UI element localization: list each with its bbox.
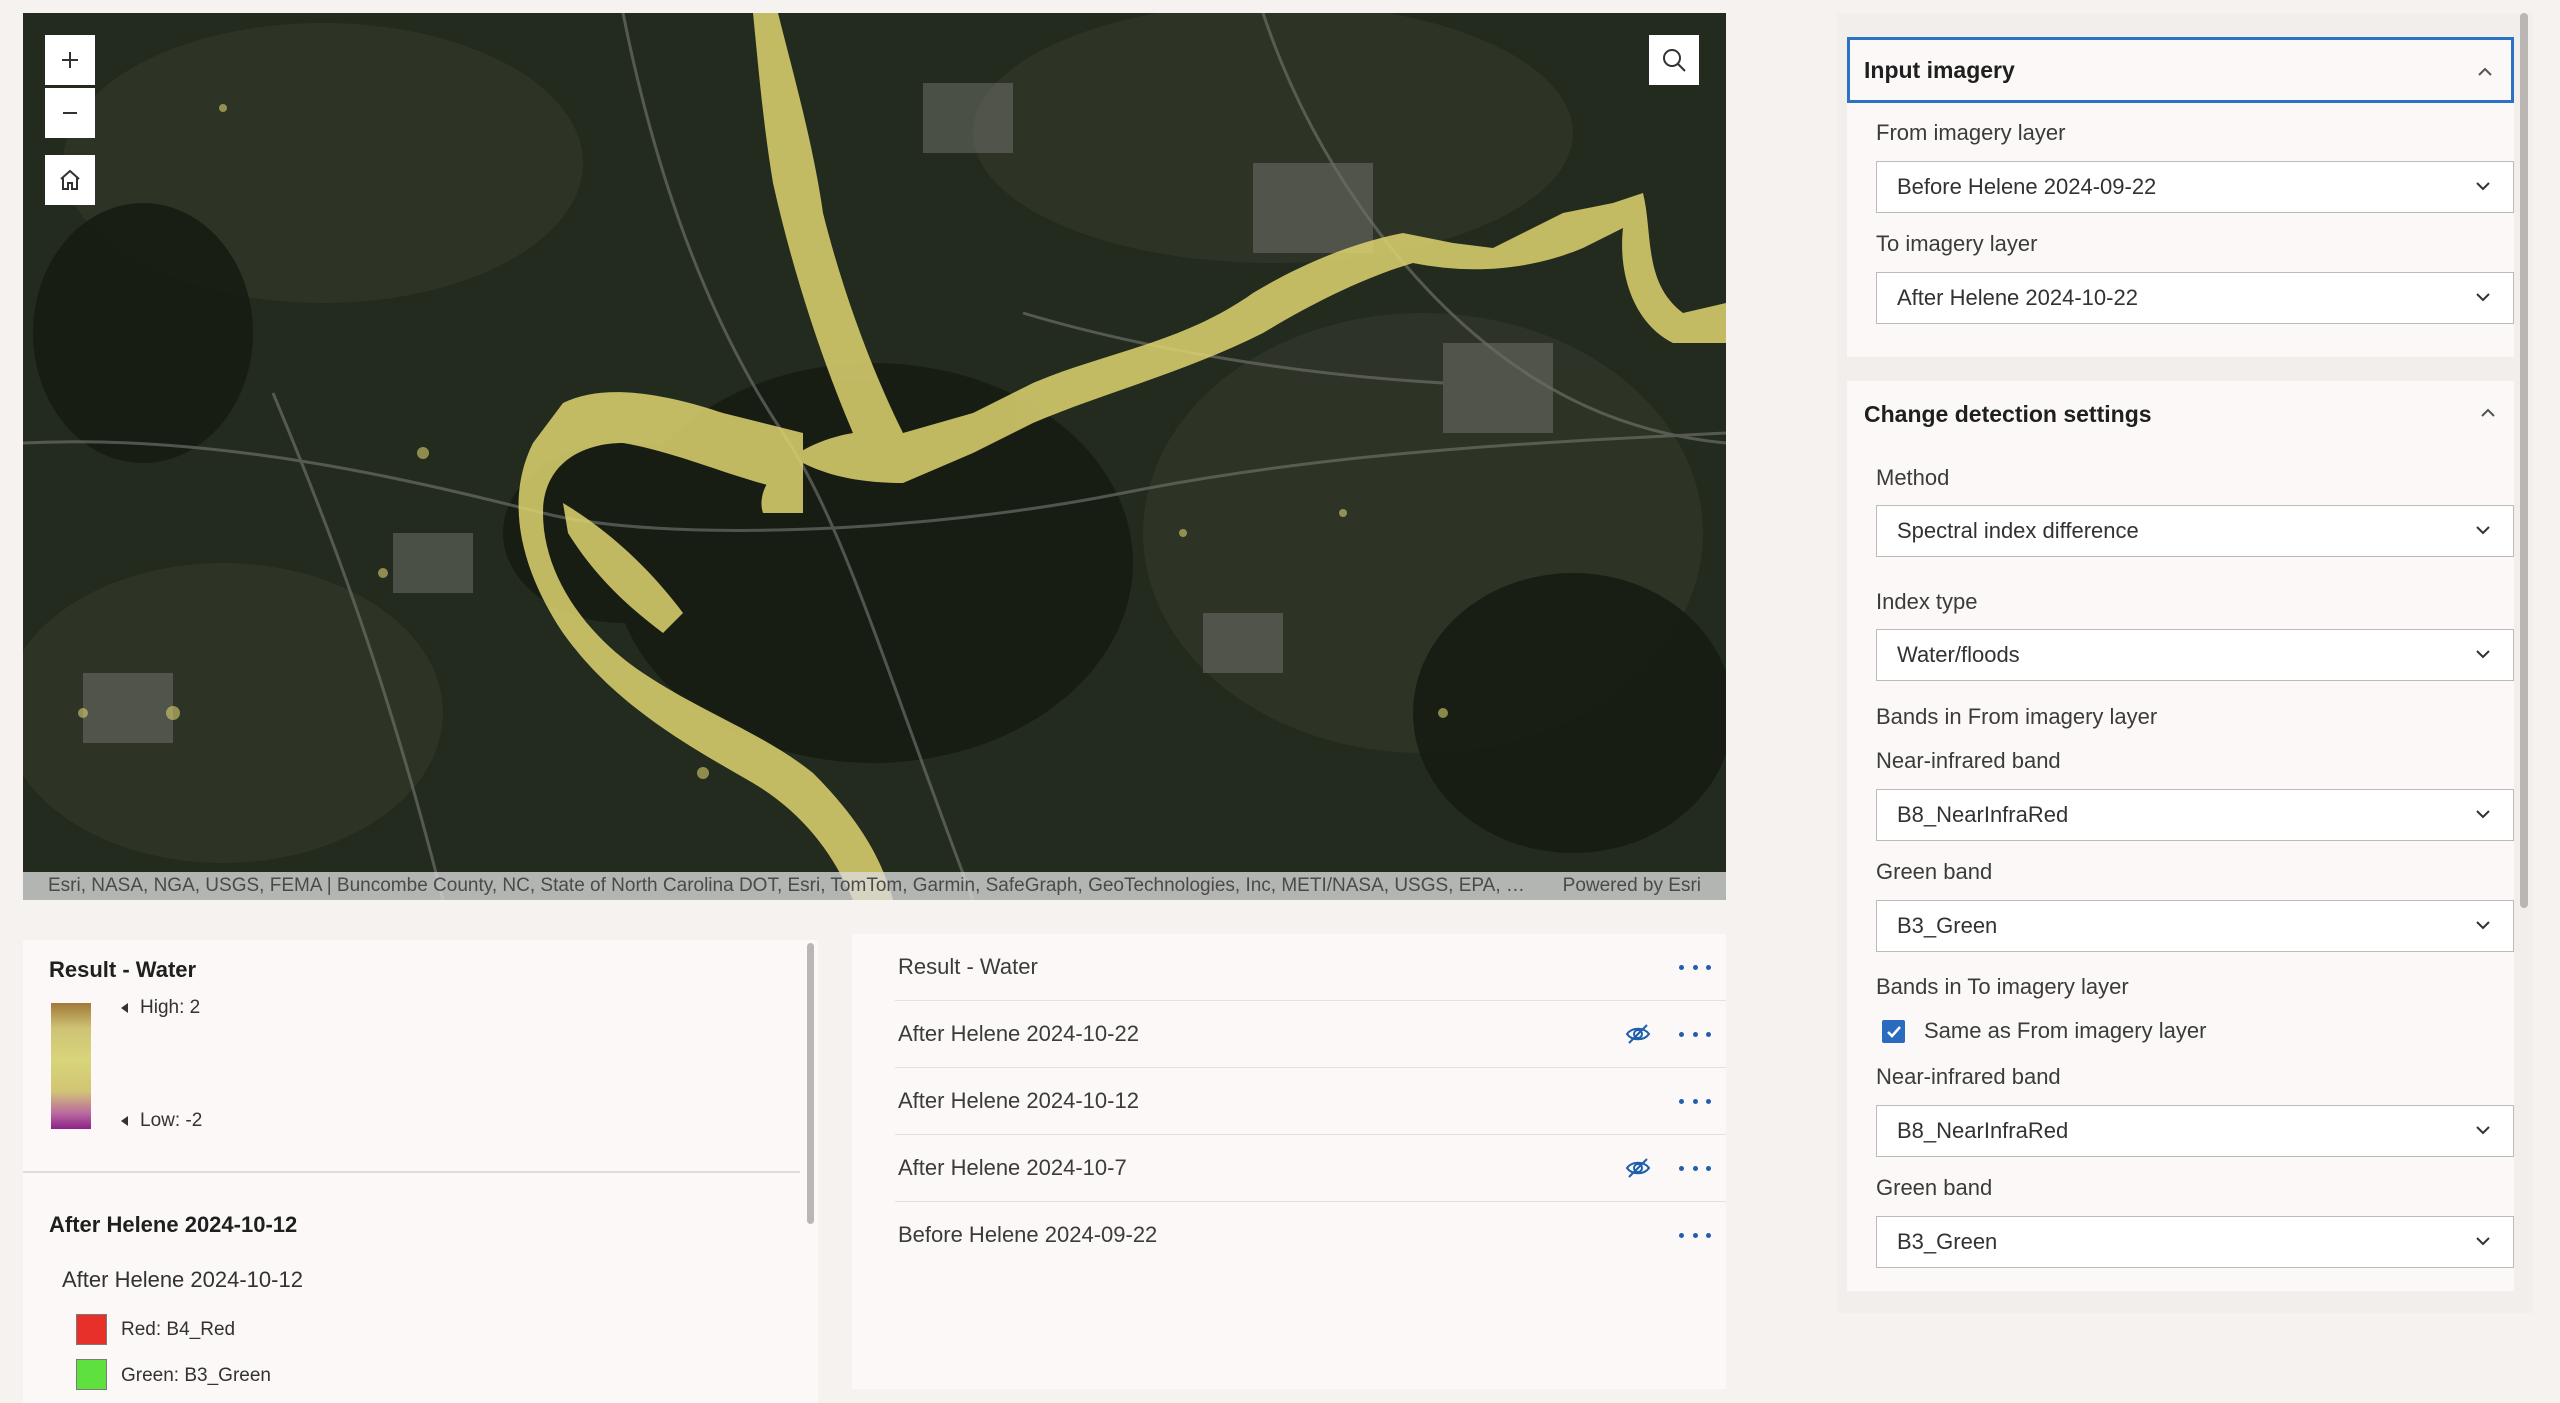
bands-to-label: Bands in To imagery layer <box>1876 974 2129 999</box>
checkmark-icon <box>1886 1025 1901 1038</box>
home-button[interactable] <box>45 155 95 205</box>
chevron-down-icon <box>2476 810 2490 819</box>
layer-item[interactable]: After Helene 2024-10-22 <box>895 1001 1726 1068</box>
legend-color-ramp <box>51 1003 91 1129</box>
red-band-label: Red: B4_Red <box>121 1319 236 1340</box>
change-detection-title: Change detection settings <box>1864 400 2152 427</box>
green-band-label: Green: B3_Green <box>121 1365 271 1386</box>
input-imagery-title: Input imagery <box>1864 56 2015 83</box>
method-label: Method <box>1876 465 1950 490</box>
layer-item[interactable]: After Helene 2024-10-7 <box>895 1135 1726 1202</box>
nir-band-to-select[interactable]: B8_NearInfraRed <box>1876 1105 2514 1157</box>
legend-divider <box>23 1171 800 1173</box>
powered-by-esri[interactable]: Powered by Esri <box>1563 875 1701 897</box>
home-icon <box>60 169 80 190</box>
layer-item[interactable]: After Helene 2024-10-12 <box>895 1068 1726 1135</box>
chevron-up-icon <box>2481 408 2495 417</box>
input-imagery-section: Input imagery From imagery layer Before … <box>1847 37 2514 357</box>
method-select[interactable]: Spectral index difference <box>1876 505 2514 557</box>
analysis-panel: Input imagery From imagery layer Before … <box>1837 13 2533 1313</box>
index-type-label: Index type <box>1876 589 1978 614</box>
change-detection-header[interactable]: Change detection settings <box>1847 381 2514 447</box>
nir-band-label: Near-infrared band <box>1876 1064 2061 1089</box>
satellite-imagery <box>23 13 1726 900</box>
chevron-down-icon <box>2476 182 2490 191</box>
to-imagery-label: To imagery layer <box>1876 231 2038 256</box>
green-band-label: Green band <box>1876 1175 1993 1200</box>
method-value: Spectral index difference <box>1897 518 2139 543</box>
low-marker-icon <box>121 1116 128 1126</box>
same-as-from-label[interactable]: Same as From imagery layer <box>1924 1018 2206 1044</box>
map-view[interactable]: Esri, NASA, NGA, USGS, FEMA | Buncombe C… <box>23 13 1726 900</box>
to-imagery-value: After Helene 2024-10-22 <box>1897 285 2138 310</box>
layer-name: Before Helene 2024-09-22 <box>898 1222 1158 1247</box>
zoom-in-button[interactable] <box>45 35 95 85</box>
layer-item[interactable]: Result - Water <box>895 934 1726 1001</box>
green-band-from-select[interactable]: B3_Green <box>1876 900 2514 952</box>
search-icon <box>1663 49 1686 72</box>
same-as-from-checkbox[interactable] <box>1882 1020 1905 1043</box>
green-band-swatch <box>76 1359 107 1390</box>
legend-high-label: High: 2 <box>140 997 201 1018</box>
chevron-down-icon <box>2476 1237 2490 1246</box>
more-options-icon[interactable] <box>1679 1224 1711 1246</box>
visibility-off-icon[interactable] <box>1624 1020 1652 1048</box>
chevron-down-icon <box>2476 526 2490 535</box>
map-attribution: Esri, NASA, NGA, USGS, FEMA | Buncombe C… <box>23 872 1726 900</box>
from-imagery-select[interactable]: Before Helene 2024-09-22 <box>1876 161 2514 213</box>
nir-band-label: Near-infrared band <box>1876 748 2061 773</box>
index-type-value: Water/floods <box>1897 642 2020 667</box>
chevron-down-icon <box>2476 1126 2490 1135</box>
from-imagery-label: From imagery layer <box>1876 120 2066 145</box>
layer-name: After Helene 2024-10-22 <box>898 1021 1139 1046</box>
more-options-icon[interactable] <box>1679 956 1711 978</box>
input-imagery-header[interactable]: Input imagery <box>1847 37 2514 103</box>
more-options-icon[interactable] <box>1679 1090 1711 1112</box>
layer-name: After Helene 2024-10-7 <box>898 1155 1127 1180</box>
index-type-select[interactable]: Water/floods <box>1876 629 2514 681</box>
green-band-label: Green band <box>1876 859 1993 884</box>
change-detection-section: Change detection settings Method Spectra… <box>1847 381 2514 1291</box>
from-imagery-value: Before Helene 2024-09-22 <box>1897 174 2157 199</box>
chevron-up-icon <box>2478 67 2492 76</box>
more-options-icon[interactable] <box>1679 1023 1711 1045</box>
legend-layer-subtitle: After Helene 2024-10-12 <box>62 1267 303 1292</box>
nir-band-from-value: B8_NearInfraRed <box>1897 802 2069 827</box>
green-band-to-select[interactable]: B3_Green <box>1876 1216 2514 1268</box>
layer-list: Result - Water After Helene 2024-10-22 A… <box>852 934 1726 1389</box>
search-button[interactable] <box>1649 35 1699 85</box>
legend-scrollbar[interactable] <box>807 943 814 1224</box>
red-band-swatch <box>76 1314 107 1345</box>
visibility-off-icon[interactable] <box>1624 1154 1652 1182</box>
nir-band-from-select[interactable]: B8_NearInfraRed <box>1876 789 2514 841</box>
layer-name: Result - Water <box>898 954 1038 979</box>
green-band-from-value: B3_Green <box>1897 913 1998 938</box>
panel-scrollbar[interactable] <box>2520 13 2528 908</box>
layer-item[interactable]: Before Helene 2024-09-22 <box>895 1202 1726 1269</box>
minus-icon <box>63 112 77 114</box>
to-imagery-select[interactable]: After Helene 2024-10-22 <box>1876 272 2514 324</box>
plus-icon <box>62 52 78 68</box>
chevron-down-icon <box>2476 650 2490 659</box>
legend-low-label: Low: -2 <box>140 1110 203 1131</box>
zoom-out-button[interactable] <box>45 88 95 138</box>
chevron-down-icon <box>2476 921 2490 930</box>
high-marker-icon <box>121 1003 128 1013</box>
layer-name: After Helene 2024-10-12 <box>898 1088 1139 1113</box>
legend-layer-title: After Helene 2024-10-12 <box>49 1212 298 1237</box>
chevron-down-icon <box>2476 293 2490 302</box>
bands-from-label: Bands in From imagery layer <box>1876 704 2158 729</box>
green-band-to-value: B3_Green <box>1897 1229 1998 1254</box>
legend-result-title: Result - Water <box>49 957 197 982</box>
nir-band-to-value: B8_NearInfraRed <box>1897 1118 2069 1143</box>
more-options-icon[interactable] <box>1679 1157 1711 1179</box>
attribution-text[interactable]: Esri, NASA, NGA, USGS, FEMA | Buncombe C… <box>48 875 1545 897</box>
